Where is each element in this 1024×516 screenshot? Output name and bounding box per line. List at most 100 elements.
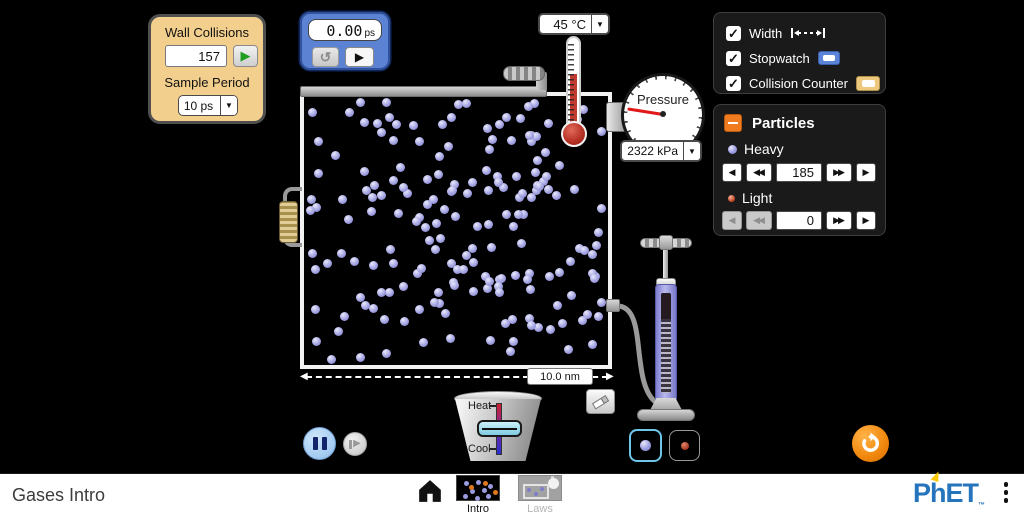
chevron-down-icon[interactable]: ▼ (220, 96, 237, 115)
particles-panel-title: Particles (752, 115, 815, 132)
collision-counter-play-button[interactable]: ▶ (233, 45, 258, 67)
light-increment-fast-button[interactable]: ▶▶ (826, 211, 852, 230)
collapse-button[interactable] (724, 114, 742, 132)
collision-counter-checkbox-row[interactable]: ✓ Collision Counter (726, 74, 880, 92)
heavy-particle (487, 243, 496, 252)
step-forward-button[interactable]: ▶ (343, 432, 367, 456)
pause-icon (313, 437, 318, 450)
heavy-spinner: ◀ ◀◀ 185 ▶▶ ▶ (722, 163, 876, 182)
container-resize-handle[interactable] (279, 201, 298, 243)
heavy-particle (344, 215, 353, 224)
heavy-increment-button[interactable]: ▶ (856, 163, 876, 182)
tab-laws[interactable]: Laws (517, 475, 563, 515)
heavy-particle (517, 239, 526, 248)
heavy-particle (482, 166, 491, 175)
heavy-particle (436, 234, 445, 243)
width-ruler-icon (790, 27, 826, 39)
light-particle-icon (728, 195, 735, 202)
heavy-particle (597, 204, 606, 213)
heavy-decrement-fast-button[interactable]: ◀◀ (746, 163, 772, 182)
collision-counter-checkbox-label: Collision Counter (749, 76, 848, 91)
chevron-down-icon[interactable]: ▼ (591, 15, 608, 33)
heavy-particle (462, 99, 471, 108)
thumbnail-dot (463, 494, 468, 499)
heavy-particle (511, 271, 520, 280)
heavy-particle (485, 145, 494, 154)
light-particle-radio[interactable] (669, 430, 700, 461)
heavy-particle (570, 185, 579, 194)
heavy-particle (377, 288, 386, 297)
heavy-particle (531, 168, 540, 177)
menu-kebab-icon[interactable] (999, 482, 1013, 503)
heavy-particle (419, 338, 428, 347)
heavy-particle (360, 167, 369, 176)
heavy-species-row: Heavy (728, 141, 784, 157)
width-checkbox-row[interactable]: ✓ Width (726, 24, 826, 42)
pressure-gauge-label: Pressure (621, 92, 705, 107)
play-icon: ▶ (355, 50, 364, 64)
heavy-particle (308, 249, 317, 258)
heavy-particle (367, 207, 376, 216)
thumbnail-dot (476, 480, 481, 485)
collision-counter-mini-icon (856, 76, 880, 91)
chevron-down-icon[interactable]: ▼ (683, 142, 700, 160)
width-checkbox-label: Width (749, 26, 782, 41)
heat-cool-slider-handle[interactable] (477, 420, 522, 437)
heavy-particle (412, 217, 421, 226)
heavy-particle (432, 219, 441, 228)
pressure-unit-dropdown[interactable]: 2322 kPa ▼ (620, 140, 702, 162)
tab-intro-label: Intro (455, 503, 501, 515)
tab-laws-label: Laws (517, 503, 563, 515)
heavy-particle (362, 186, 371, 195)
pause-button[interactable] (303, 427, 336, 460)
heavy-particle (567, 291, 576, 300)
checkbox-checked-icon[interactable]: ✓ (726, 76, 741, 91)
home-button[interactable] (417, 479, 443, 503)
reset-icon (859, 432, 882, 455)
stopwatch-play-button[interactable]: ▶ (345, 47, 374, 67)
heavy-particle (509, 337, 518, 346)
heavy-decrement-button[interactable]: ◀ (722, 163, 742, 182)
temperature-unit-dropdown[interactable]: 45 °C ▼ (538, 13, 610, 35)
erase-button[interactable] (586, 389, 615, 414)
temperature-readout: 45 °C (540, 15, 591, 33)
heavy-particle (429, 195, 438, 204)
heavy-particle (501, 319, 510, 328)
heavy-particle (495, 288, 504, 297)
tab-intro[interactable]: Intro (455, 475, 501, 515)
undo-icon: ↺ (320, 49, 332, 66)
checkbox-checked-icon[interactable]: ✓ (726, 26, 741, 41)
heavy-particle (382, 349, 391, 358)
phet-logo[interactable]: PhET™ (913, 478, 984, 509)
reset-all-button[interactable] (852, 425, 889, 462)
light-increment-button[interactable]: ▶ (856, 211, 876, 230)
heavy-particle (555, 161, 564, 170)
thumbnail-dot (469, 485, 474, 490)
stopwatch-reset-button[interactable]: ↺ (312, 47, 339, 67)
heavy-particle (597, 127, 606, 136)
heavy-particle (446, 334, 455, 343)
heavy-particle (400, 317, 409, 326)
stopwatch-checkbox-row[interactable]: ✓ Stopwatch (726, 49, 840, 67)
pump-base (637, 409, 695, 421)
heavy-particle (440, 205, 449, 214)
heavy-particle (502, 113, 511, 122)
stopwatch-display: 0.00 ps (308, 19, 382, 41)
sample-period-value: 10 ps (179, 96, 220, 115)
sample-period-dropdown[interactable]: 10 ps ▼ (178, 95, 238, 116)
light-count-field[interactable]: 0 (776, 211, 822, 230)
container-lid[interactable] (300, 86, 547, 97)
flame-icon (931, 470, 942, 482)
collision-counter-panel[interactable]: Wall Collisions 157 ▶ Sample Period 10 p… (148, 14, 266, 124)
heavy-particle (373, 119, 382, 128)
heavy-particle-radio-selected[interactable] (629, 429, 662, 462)
checkbox-checked-icon[interactable]: ✓ (726, 51, 741, 66)
stopwatch[interactable]: 0.00 ps ↺ ▶ (300, 12, 390, 70)
heavy-increment-fast-button[interactable]: ▶▶ (826, 163, 852, 182)
heavy-count-field[interactable]: 185 (776, 163, 822, 182)
heavy-particle (380, 315, 389, 324)
heavy-particle (463, 189, 472, 198)
pump-handle-knob[interactable] (659, 235, 673, 250)
heavy-particle (385, 288, 394, 297)
lid-handle[interactable] (503, 66, 545, 81)
